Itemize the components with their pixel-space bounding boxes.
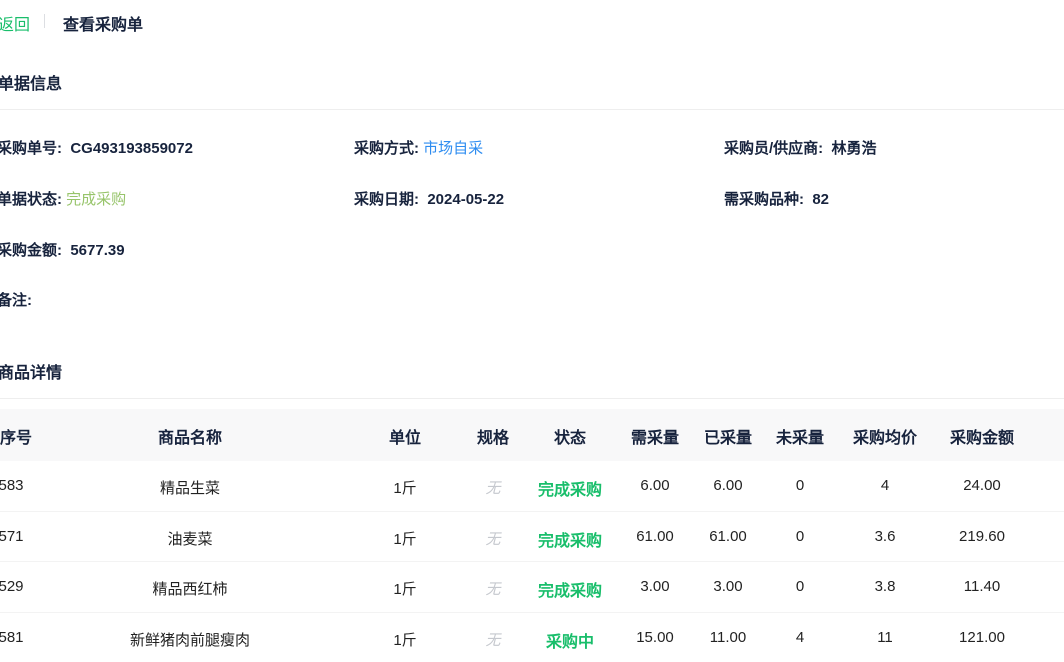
cell-spec: 无 [485, 531, 501, 548]
cell-no: 529 [0, 578, 24, 595]
cell-no: 581 [0, 629, 24, 646]
detail-section-divider [0, 398, 1064, 399]
row-divider [0, 561, 1064, 562]
th-need: 需采量 [630, 430, 679, 447]
cell-unit: 1斤 [393, 531, 417, 548]
cell-amount: 24.00 [963, 477, 1001, 494]
cell-spec: 无 [485, 632, 501, 649]
order-no-value: CG493193859072 [70, 140, 193, 157]
th-spec: 规格 [476, 430, 509, 447]
method-value: 市场自采 [423, 140, 484, 157]
cell-avg-price: 3.8 [874, 578, 896, 595]
cell-no: 583 [0, 477, 24, 494]
kinds-field: 需采购品种: 82 [724, 188, 829, 209]
date-field: 采购日期: 2024-05-22 [354, 188, 504, 209]
order-no-field: 采购单号: CG493193859072 [0, 137, 193, 158]
th-done: 已采量 [703, 430, 752, 447]
th-avg-price: 采购均价 [852, 430, 917, 447]
cell-status: 完成采购 [537, 482, 602, 499]
kinds-label: 需采购品种: [724, 191, 804, 208]
cell-amount: 219.60 [959, 528, 1005, 545]
cell-avg-price: 4 [880, 477, 890, 494]
info-section-divider [0, 109, 1064, 110]
buyer-value: 林勇浩 [831, 140, 877, 157]
back-link[interactable]: 返回 [0, 11, 30, 35]
cell-amount: 11.40 [963, 578, 1001, 595]
status-field: 单据状态: 完成采购 [0, 188, 126, 209]
th-name: 商品名称 [157, 430, 222, 447]
cell-unit: 1斤 [393, 632, 417, 649]
detail-section-title: 商品详情 [0, 365, 63, 382]
cell-unit: 1斤 [393, 480, 417, 497]
row-divider [0, 612, 1064, 613]
purchase-order-page: 返回 查看采购单 单据信息 采购单号: CG493193859072 采购方式:… [0, 0, 1064, 662]
order-no-label: 采购单号: [0, 140, 62, 157]
info-section-title: 单据信息 [0, 76, 63, 93]
cell-done: 3.00 [713, 578, 743, 595]
th-amount: 采购金额 [949, 430, 1014, 447]
cell-name: 油麦菜 [167, 531, 213, 548]
remark-label: 备注: [0, 292, 32, 309]
method-field: 采购方式: 市场自采 [354, 137, 483, 158]
cell-need: 61.00 [636, 528, 674, 545]
cell-amount: 121.00 [959, 629, 1005, 646]
remark-field: 备注: [0, 289, 32, 310]
cell-need: 3.00 [640, 578, 670, 595]
buyer-label: 采购员/供应商: [724, 140, 824, 157]
cell-left: 0 [795, 578, 805, 595]
kinds-value: 82 [812, 191, 830, 208]
cell-status: 采购中 [545, 634, 594, 651]
cell-left: 0 [795, 528, 805, 545]
status-value: 完成采购 [66, 191, 127, 208]
date-label: 采购日期: [354, 191, 419, 208]
cell-done: 61.00 [709, 528, 747, 545]
th-left: 未采量 [775, 430, 824, 447]
method-label: 采购方式: [354, 140, 419, 157]
cell-left: 4 [795, 629, 805, 646]
cell-spec: 无 [485, 480, 501, 497]
amount-value: 5677.39 [70, 242, 125, 259]
cell-need: 6.00 [640, 477, 670, 494]
buyer-field: 采购员/供应商: 林勇浩 [724, 137, 877, 158]
cell-done: 6.00 [713, 477, 743, 494]
status-label: 单据状态: [0, 191, 62, 208]
cell-name: 新鲜猪肉前腿瘦肉 [129, 632, 250, 649]
breadcrumb-separator [44, 14, 45, 28]
cell-left: 0 [795, 477, 805, 494]
amount-field: 采购金额: 5677.39 [0, 239, 125, 260]
th-no: 序号 [0, 430, 32, 447]
cell-no: 571 [0, 528, 24, 545]
cell-need: 15.00 [636, 629, 674, 646]
row-divider [0, 511, 1064, 512]
cell-name: 精品西红柿 [152, 581, 228, 598]
cell-done: 11.00 [709, 629, 747, 646]
page-title: 查看采购单 [63, 17, 144, 34]
amount-label: 采购金额: [0, 242, 62, 259]
cell-unit: 1斤 [393, 581, 417, 598]
cell-spec: 无 [485, 581, 501, 598]
cell-status: 完成采购 [537, 533, 602, 550]
date-value: 2024-05-22 [427, 191, 505, 208]
cell-avg-price: 3.6 [874, 528, 896, 545]
cell-avg-price: 11 [877, 629, 893, 646]
th-unit: 单位 [388, 430, 421, 447]
th-status: 状态 [553, 430, 586, 447]
cell-status: 完成采购 [537, 583, 602, 600]
cell-name: 精品生菜 [159, 480, 220, 497]
